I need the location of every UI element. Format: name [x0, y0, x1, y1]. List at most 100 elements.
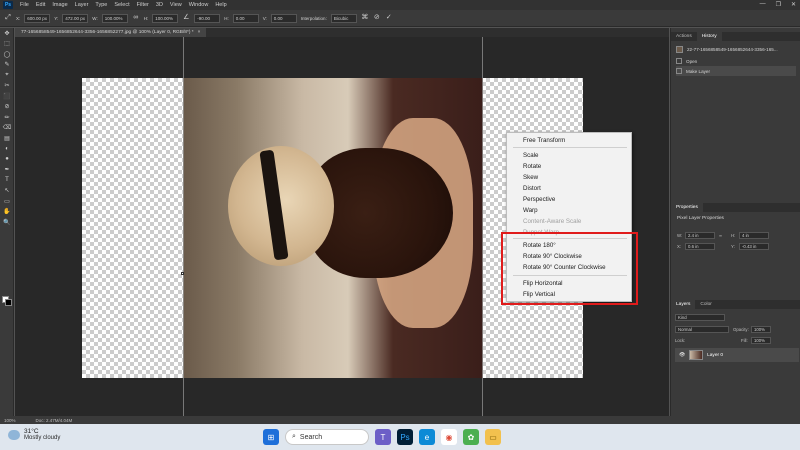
- history-state-icon: [676, 58, 682, 64]
- document-tab-bar: 77-1656858549-1656852644-3356-1656852277…: [15, 28, 669, 37]
- tab-layers[interactable]: Layers: [671, 300, 696, 309]
- vskew-label: V:: [262, 15, 267, 21]
- eraser-tool-icon[interactable]: ⌫: [0, 123, 14, 134]
- history-entry-label: Make Layer: [686, 68, 711, 74]
- interpolation-select[interactable]: Bicubic: [330, 13, 357, 23]
- file-explorer-icon[interactable]: ▭: [485, 429, 501, 445]
- gradient-tool-icon[interactable]: ▤: [0, 133, 14, 144]
- maximize-button[interactable]: ❐: [776, 1, 781, 8]
- menu-view[interactable]: View: [170, 2, 182, 8]
- width-field[interactable]: 100.00%: [101, 13, 128, 23]
- close-tab-icon[interactable]: ×: [198, 30, 201, 35]
- prop-link-icon[interactable]: ∞: [719, 233, 722, 238]
- menu-rotate[interactable]: Rotate: [523, 163, 541, 170]
- pen-tool-icon[interactable]: ✒: [0, 165, 14, 176]
- dodge-tool-icon[interactable]: ◐: [0, 144, 14, 155]
- right-panel: Actions History 22-77-1656858549-1656852…: [670, 28, 800, 416]
- eyedropper-tool-icon[interactable]: ⊘: [0, 102, 14, 113]
- quick-select-tool-icon[interactable]: ✎: [0, 60, 14, 71]
- height-field[interactable]: 100.00%: [152, 13, 179, 23]
- windows-start-icon[interactable]: ⊞: [263, 429, 279, 445]
- x-position-field[interactable]: 600.00 px: [24, 13, 51, 23]
- menu-perspective[interactable]: Perspective: [523, 196, 555, 203]
- layer-kind-filter[interactable]: Kind: [675, 314, 725, 321]
- menu-3d[interactable]: 3D: [156, 2, 163, 8]
- photoshop-logo: Ps: [3, 1, 13, 9]
- prop-height-field[interactable]: 4 in: [739, 232, 769, 239]
- menu-layer[interactable]: Layer: [75, 2, 89, 8]
- zoom-tool-icon[interactable]: 🔍: [0, 217, 14, 228]
- history-entry[interactable]: Make Layer: [676, 66, 796, 76]
- zoom-level[interactable]: 100%: [4, 418, 16, 423]
- vskew-field[interactable]: 0.00: [270, 13, 297, 23]
- warp-icon[interactable]: ⌘: [361, 14, 369, 22]
- blend-mode-select[interactable]: Normal: [675, 326, 729, 333]
- menu-image[interactable]: Image: [52, 2, 67, 8]
- fill-field[interactable]: 100%: [751, 337, 771, 344]
- marquee-tool-icon[interactable]: ⬚: [0, 39, 14, 50]
- menu-free-transform[interactable]: Free Transform: [523, 137, 565, 144]
- hand-tool-icon[interactable]: ✋: [0, 207, 14, 218]
- hskew-label: H:: [224, 15, 229, 21]
- photo-layer[interactable]: [183, 78, 483, 378]
- prop-y-field[interactable]: -0.43 in: [739, 243, 769, 250]
- app-icon[interactable]: ✿: [463, 429, 479, 445]
- y-position-field[interactable]: 472.00 px: [62, 13, 89, 23]
- visibility-eye-icon[interactable]: 👁: [679, 353, 685, 358]
- tools-panel: ✥ ⬚ ◯ ✎ ⌖ ✂ ⬛ ⊘ ✏ ⌫ ▤ ◐ ● ✒ T ↖ ▭ ✋ 🔍: [0, 28, 14, 416]
- chrome-icon[interactable]: ◉: [441, 429, 457, 445]
- type-tool-icon[interactable]: T: [0, 175, 14, 186]
- search-icon: ⌕: [292, 433, 296, 440]
- menu-distort[interactable]: Distort: [523, 185, 541, 192]
- transform-handle-left[interactable]: [181, 272, 184, 275]
- opacity-field[interactable]: 100%: [751, 326, 771, 333]
- menu-skew[interactable]: Skew: [523, 174, 538, 181]
- taskbar-apps: ⊞ ⌕ Search T Ps e ◉ ✿ ▭: [263, 429, 501, 445]
- edge-icon[interactable]: e: [419, 429, 435, 445]
- tab-history[interactable]: History: [696, 32, 722, 41]
- history-entry[interactable]: Open: [676, 56, 796, 66]
- crop-tool-icon[interactable]: ⌖: [0, 70, 14, 81]
- prop-width-field[interactable]: 2.4 in: [685, 232, 715, 239]
- document-tab[interactable]: 77-1656858549-1656852644-3356-1656852277…: [15, 28, 207, 37]
- hskew-field[interactable]: 0.00: [232, 13, 259, 23]
- frame-tool-icon[interactable]: ⬛: [0, 91, 14, 102]
- layer-row[interactable]: 👁 Layer 0: [675, 348, 799, 362]
- menu-help[interactable]: Help: [215, 2, 226, 8]
- brush-tool-icon[interactable]: ✏: [0, 112, 14, 123]
- lasso-tool-icon[interactable]: ◯: [0, 49, 14, 60]
- weather-widget[interactable]: 31°C Mostly cloudy: [8, 428, 60, 441]
- prop-x-field[interactable]: 0.6 in: [685, 243, 715, 250]
- angle-field[interactable]: -90.00: [194, 13, 221, 23]
- commit-transform-icon[interactable]: ✓: [385, 14, 393, 22]
- shape-tool-icon[interactable]: ▭: [0, 196, 14, 207]
- menu-select[interactable]: Select: [114, 2, 129, 8]
- menu-scale[interactable]: Scale: [523, 152, 538, 159]
- move-tool-icon[interactable]: ✥: [0, 28, 14, 39]
- snapshot-thumbnail: [676, 45, 683, 53]
- background-color-swatch[interactable]: [5, 299, 12, 306]
- menu-filter[interactable]: Filter: [137, 2, 149, 8]
- close-button[interactable]: ✕: [791, 1, 796, 8]
- tab-color[interactable]: Color: [695, 300, 716, 309]
- layers-tabs: Layers Color: [671, 300, 800, 309]
- history-snapshot[interactable]: 22-77-1656858549-1656852644-3356-165...: [676, 44, 796, 54]
- blur-tool-icon[interactable]: ●: [0, 154, 14, 165]
- tab-actions[interactable]: Actions: [671, 32, 697, 41]
- tab-properties[interactable]: Properties: [671, 203, 703, 212]
- photoshop-taskbar-icon[interactable]: Ps: [397, 429, 413, 445]
- slice-tool-icon[interactable]: ✂: [0, 81, 14, 92]
- teams-icon[interactable]: T: [375, 429, 391, 445]
- transform-tool-icon[interactable]: ⤢: [4, 14, 12, 22]
- minimize-button[interactable]: —: [760, 1, 766, 8]
- menu-warp[interactable]: Warp: [523, 207, 538, 214]
- path-select-tool-icon[interactable]: ↖: [0, 186, 14, 197]
- taskbar-search[interactable]: ⌕ Search: [285, 429, 369, 445]
- menu-type[interactable]: Type: [95, 2, 107, 8]
- cancel-transform-icon[interactable]: ⊘: [373, 14, 381, 22]
- menu-file[interactable]: File: [20, 2, 29, 8]
- menu-edit[interactable]: Edit: [36, 2, 45, 8]
- link-icon[interactable]: ∞: [132, 14, 140, 22]
- status-bar: 100% Doc: 2.47M/4.04M: [0, 416, 800, 424]
- menu-window[interactable]: Window: [189, 2, 209, 8]
